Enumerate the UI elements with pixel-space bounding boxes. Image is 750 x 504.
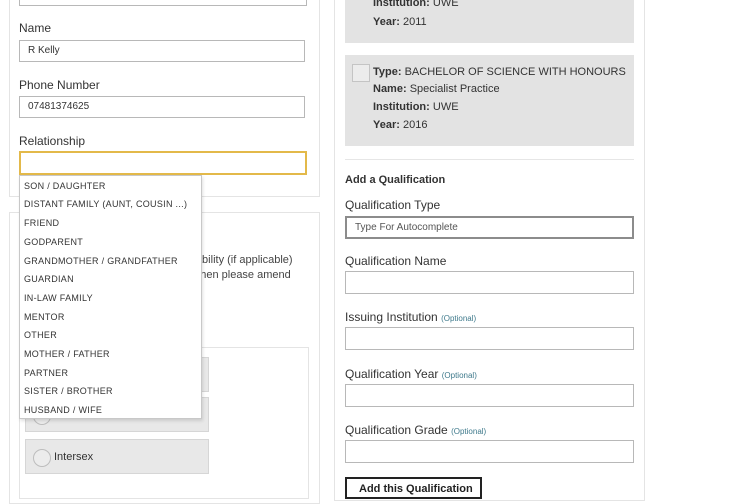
name-label: Name bbox=[19, 21, 52, 35]
issuing-institution-input[interactable] bbox=[345, 327, 634, 350]
qualification-institution: Institution: UWE bbox=[373, 101, 459, 113]
radio-button[interactable] bbox=[33, 449, 51, 467]
dropdown-option[interactable]: GRANDMOTHER / GRANDFATHER bbox=[24, 254, 178, 269]
relationship-label: Relationship bbox=[19, 134, 86, 148]
dropdown-option[interactable]: IN-LAW FAMILY bbox=[24, 291, 93, 306]
qualification-name: Name: Specialist Practice bbox=[373, 83, 500, 95]
gender-option-intersex[interactable]: Intersex bbox=[25, 439, 209, 474]
relationship-dropdown: SON / DAUGHTER DISTANT FAMILY (AUNT, COU… bbox=[19, 175, 202, 419]
qualification-type-label: Qualification Type bbox=[345, 198, 441, 212]
dropdown-option[interactable]: MOTHER / FATHER bbox=[24, 347, 110, 362]
qualification-name-input[interactable] bbox=[345, 271, 634, 294]
qualification-year: Year: 2011 bbox=[373, 16, 427, 28]
gender-label-intersex: Intersex bbox=[54, 451, 94, 463]
qualification-year-label: Qualification Year (Optional) bbox=[345, 367, 477, 381]
qualification-name-label: Qualification Name bbox=[345, 254, 447, 268]
name-input[interactable]: R Kelly bbox=[19, 40, 305, 62]
qualification-select-checkbox[interactable] bbox=[352, 64, 370, 82]
issuing-institution-label: Issuing Institution (Optional) bbox=[345, 310, 477, 324]
dropdown-option[interactable]: DISTANT FAMILY (AUNT, COUSIN ...) bbox=[24, 197, 187, 212]
qualification-grade-label: Qualification Grade (Optional) bbox=[345, 423, 487, 437]
divider bbox=[345, 159, 634, 160]
qualification-type-input[interactable]: Type For Autocomplete bbox=[345, 216, 634, 239]
qualification-institution: Institution: UWE bbox=[373, 0, 459, 9]
dropdown-option[interactable]: PARTNER bbox=[24, 366, 68, 381]
previous-field-input[interactable] bbox=[19, 0, 307, 6]
amend-text: t, then please amend bbox=[188, 269, 291, 281]
qualification-grade-input[interactable] bbox=[345, 440, 634, 463]
add-qualification-button[interactable]: Add this Qualification bbox=[345, 477, 482, 499]
qualification-type: Type: BACHELOR OF SCIENCE WITH HONOURS bbox=[373, 66, 626, 78]
dropdown-option[interactable]: GODPARENT bbox=[24, 235, 83, 250]
dropdown-option[interactable]: MENTOR bbox=[24, 310, 65, 325]
qualification-card: Institution: UWE Year: 2011 bbox=[345, 0, 634, 43]
dropdown-option[interactable]: SISTER / BROTHER bbox=[24, 384, 113, 399]
add-qualification-title: Add a Qualification bbox=[345, 174, 446, 186]
dropdown-option[interactable]: OTHER bbox=[24, 328, 57, 343]
qualification-card: Type: BACHELOR OF SCIENCE WITH HONOURS N… bbox=[345, 55, 634, 146]
phone-input[interactable]: 07481374625 bbox=[19, 96, 305, 118]
phone-label: Phone Number bbox=[19, 78, 100, 92]
dropdown-option[interactable]: SON / DAUGHTER bbox=[24, 179, 106, 194]
dropdown-option[interactable]: HUSBAND / WIFE bbox=[24, 403, 102, 418]
qualification-year: Year: 2016 bbox=[373, 119, 428, 131]
dropdown-option[interactable]: FRIEND bbox=[24, 216, 59, 231]
disability-text: isability (if applicable) bbox=[188, 254, 293, 266]
qualification-year-input[interactable] bbox=[345, 384, 634, 407]
relationship-input[interactable] bbox=[19, 151, 307, 175]
dropdown-option[interactable]: GUARDIAN bbox=[24, 272, 74, 287]
